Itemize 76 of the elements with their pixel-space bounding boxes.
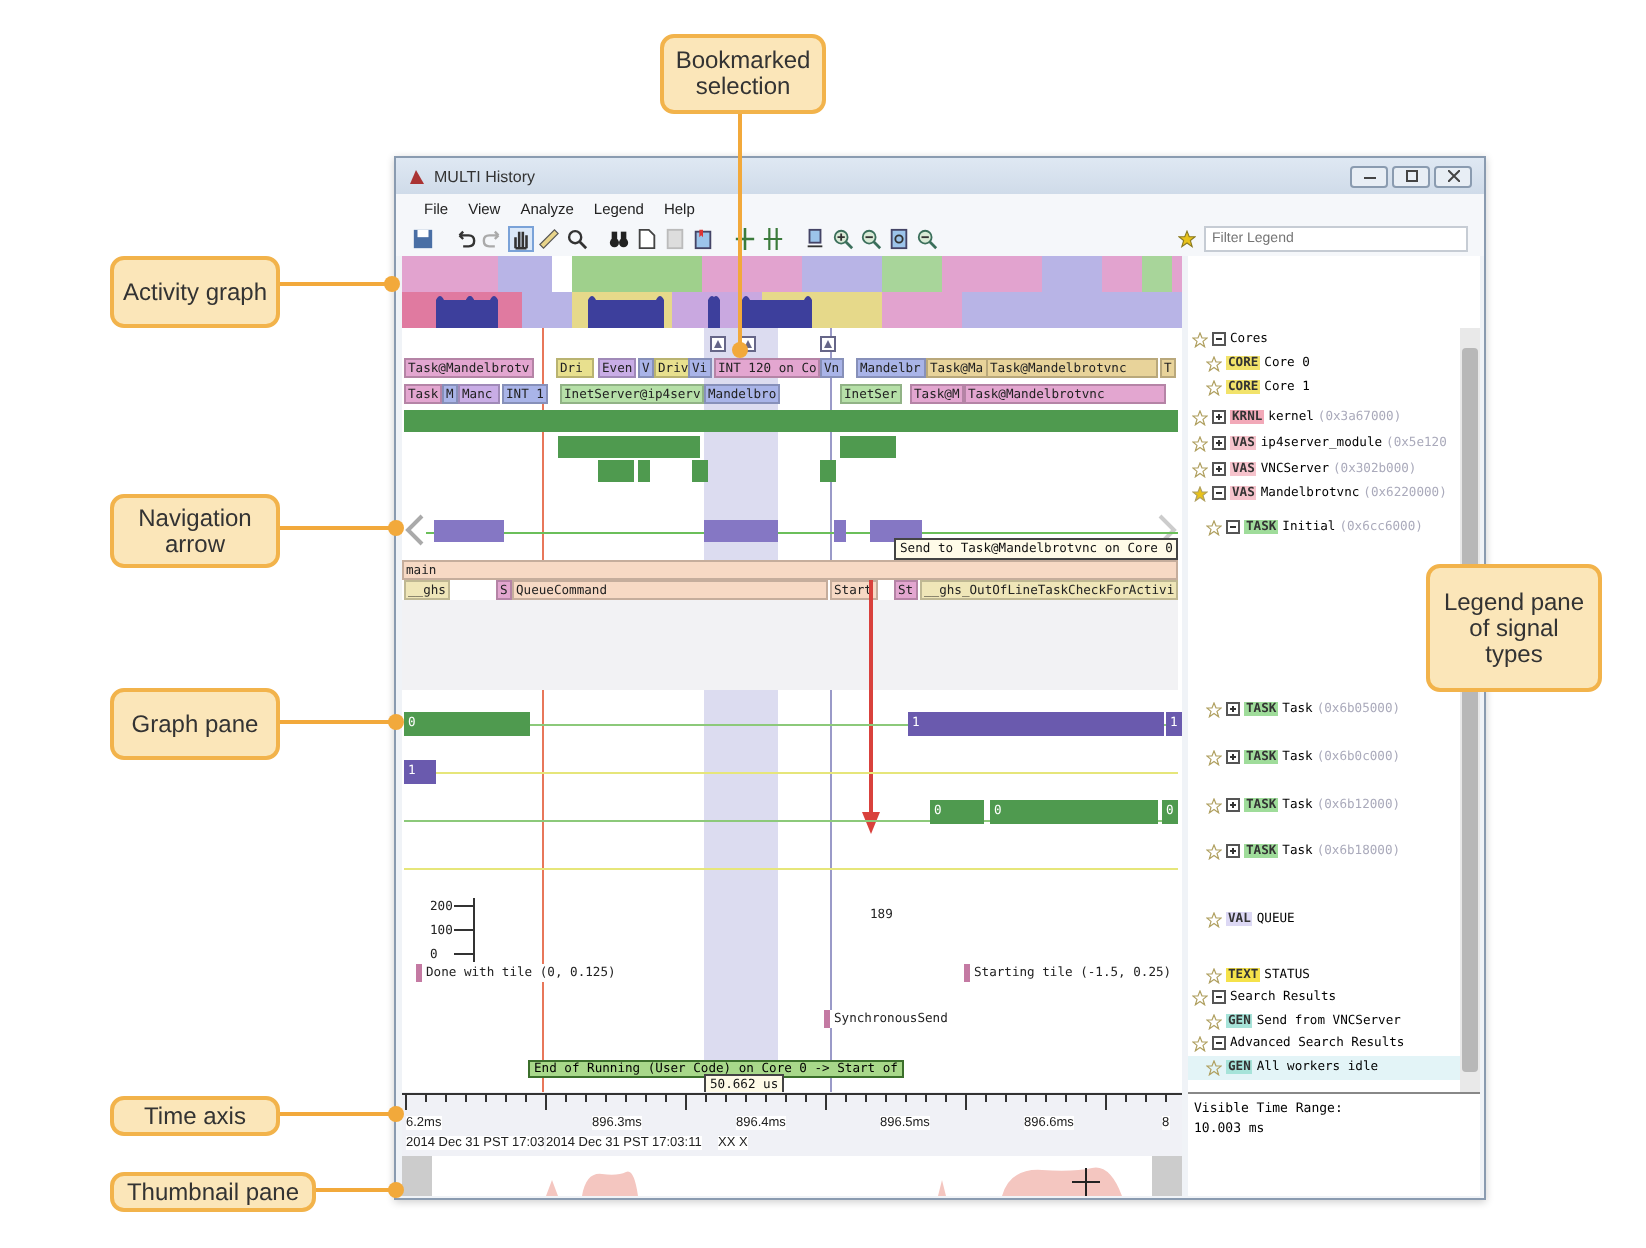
expand-icon[interactable]: [1212, 462, 1226, 476]
expand-icon[interactable]: [1226, 702, 1240, 716]
hand-icon[interactable]: [510, 228, 532, 250]
expand-icon[interactable]: [1226, 844, 1240, 858]
expand-icon[interactable]: [1212, 436, 1226, 450]
expand-icon[interactable]: [1226, 798, 1240, 812]
star-icon[interactable]: [1206, 355, 1222, 371]
app-icon: [408, 167, 426, 185]
star-icon[interactable]: [1206, 967, 1222, 983]
star-icon[interactable]: [1206, 1013, 1222, 1029]
star-icon[interactable]: [1206, 911, 1222, 927]
document-icon[interactable]: [636, 228, 658, 250]
move-left-icon[interactable]: [734, 228, 756, 250]
event-block: [870, 520, 922, 542]
search-icon[interactable]: [566, 228, 588, 250]
leader-line: [280, 276, 400, 292]
star-icon[interactable]: [1206, 1059, 1222, 1075]
collapse-icon[interactable]: [1226, 520, 1240, 534]
maximize-button[interactable]: [1392, 165, 1430, 187]
star-icon[interactable]: [1192, 331, 1208, 347]
close-icon: [1447, 170, 1459, 182]
star-icon[interactable]: [1206, 519, 1222, 535]
event-block: [434, 520, 504, 542]
minimize-button[interactable]: [1350, 165, 1388, 187]
star-icon[interactable]: [1192, 1035, 1208, 1051]
star-icon[interactable]: [1178, 230, 1196, 248]
window-title: MULTI History: [434, 167, 536, 185]
leader-line: [316, 1182, 404, 1198]
star-icon[interactable]: [1192, 989, 1208, 1005]
callout-tooltip: Legend pane of signal types: [1426, 564, 1602, 692]
zoom-out-icon[interactable]: [916, 228, 938, 250]
bookmark-icon[interactable]: [710, 336, 726, 352]
star-icon[interactable]: [1206, 701, 1222, 717]
move-right-icon[interactable]: [762, 228, 784, 250]
export-icon[interactable]: [804, 228, 826, 250]
collapse-icon[interactable]: [1212, 1036, 1226, 1050]
star-icon[interactable]: [1192, 409, 1208, 425]
collapse-icon[interactable]: [1212, 990, 1226, 1004]
binoculars-icon[interactable]: [608, 228, 630, 250]
maximize-icon: [1405, 170, 1417, 182]
callout-tooltip: Bookmarked selection: [660, 34, 826, 114]
undo-icon[interactable]: [454, 228, 476, 250]
leader-line: [280, 520, 404, 536]
queue-axis: [454, 898, 478, 966]
ruler-icon[interactable]: [538, 228, 560, 250]
leader-line: [280, 714, 404, 730]
star-icon[interactable]: [1206, 843, 1222, 859]
star-icon[interactable]: [1192, 485, 1208, 501]
zoom-in-icon[interactable]: [832, 228, 854, 250]
star-icon[interactable]: [1192, 461, 1208, 477]
bookmark-icon[interactable]: [692, 228, 714, 250]
activity-bar: [820, 460, 836, 482]
minimize-icon: [1363, 172, 1375, 180]
callout-tooltip: Thumbnail pane: [110, 1172, 316, 1212]
save-icon[interactable]: [412, 228, 434, 250]
bookmark-icon[interactable]: [820, 336, 836, 352]
callout-tooltip: Activity graph: [110, 256, 280, 328]
star-icon[interactable]: [1206, 797, 1222, 813]
callout-tooltip: Graph pane: [110, 688, 280, 760]
activity-bar: [840, 436, 896, 458]
zoom-fit-icon[interactable]: [888, 228, 910, 250]
collapse-icon[interactable]: [1212, 332, 1226, 346]
star-icon[interactable]: [1192, 435, 1208, 451]
star-icon[interactable]: [1206, 379, 1222, 395]
collapse-icon[interactable]: [1212, 486, 1226, 500]
callout-tooltip: Time axis: [110, 1096, 280, 1136]
callout-tooltip: Navigation arrow: [110, 494, 280, 568]
star-icon[interactable]: [1206, 749, 1222, 765]
event-block: [834, 520, 846, 542]
event-block: [704, 520, 778, 542]
close-button[interactable]: [1434, 165, 1472, 187]
thumbnail-drawing[interactable]: [402, 1156, 1182, 1196]
expand-icon[interactable]: [1212, 410, 1226, 424]
leader-line: [280, 1106, 404, 1122]
expand-icon[interactable]: [1226, 750, 1240, 764]
zoom-out-icon[interactable]: [860, 228, 882, 250]
